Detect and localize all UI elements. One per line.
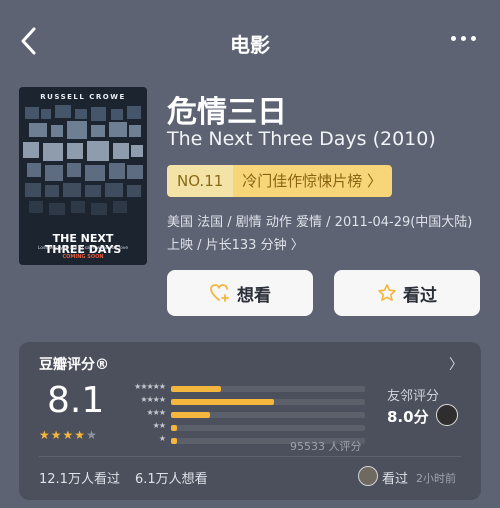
poster-tagline: Lose who you are to save what you love <box>37 246 129 251</box>
want-label: 想看 <box>237 285 271 306</box>
rank-number: NO.11 <box>167 165 234 197</box>
friend-rating-label: 友邻评分 <box>387 389 440 404</box>
rank-list-name: 冷门佳作惊悚片榜 〉 <box>233 165 393 197</box>
activity-action: 看过 <box>382 472 409 487</box>
star-empty-icon: ★ <box>86 428 98 442</box>
rating-count: 95533 人评分 <box>290 440 362 453</box>
poster-title: THE NEXT THREE DAYS <box>44 232 122 256</box>
dist-bar-1 <box>171 438 177 444</box>
rating-score: 8.1 <box>47 380 105 421</box>
star-outline-icon <box>378 284 396 301</box>
avatar[interactable] <box>436 404 458 426</box>
avatar[interactable] <box>358 466 378 486</box>
seen-label: 看过 <box>403 285 437 306</box>
dist-row-2: ★★ <box>119 421 369 433</box>
dist-bar-2 <box>171 425 177 431</box>
dist-bar-5 <box>171 386 222 392</box>
want-count: 6.1万人想看 <box>135 472 208 487</box>
dist-row-4: ★★★★ <box>119 395 369 407</box>
stars-4-icon: ★★★★ <box>140 395 166 404</box>
seen-count: 12.1万人看过 <box>39 472 120 487</box>
chevron-right-icon[interactable]: 〉 <box>449 354 463 374</box>
stars-2-icon: ★★ <box>152 421 166 430</box>
stars-5-icon: ★★★★★ <box>134 382 166 391</box>
poster-footer: COMING SOON <box>62 254 104 260</box>
seen-button[interactable]: 看过 <box>334 270 480 316</box>
star-filled-icon: ★ <box>74 428 87 442</box>
dist-bar-3 <box>171 412 210 418</box>
movie-title-en: The Next Three Days (2010) <box>167 128 436 150</box>
star-filled-icon: ★ <box>50 428 63 442</box>
stars-3-icon: ★★★ <box>146 408 165 417</box>
dist-row-5: ★★★★★ <box>119 382 369 394</box>
divider <box>39 456 461 457</box>
want-button[interactable]: 想看 <box>167 270 313 316</box>
heart-plus-icon <box>210 284 229 302</box>
star-filled-icon: ★ <box>39 428 51 442</box>
nav-bar: 电影 <box>0 0 500 80</box>
movie-meta[interactable]: 美国 法国 / 剧情 动作 爱情 / 2011-04-29(中国大陆) 上映 /… <box>167 211 483 257</box>
more-dots-icon[interactable] <box>451 36 476 41</box>
rank-badge[interactable]: NO.11 冷门佳作惊悚片榜 〉 <box>167 165 393 197</box>
dist-bar-4 <box>171 399 274 405</box>
movie-poster[interactable]: RUSSELL CROWE THE NEXT THREE DAYS Lose wh… <box>19 87 147 265</box>
page-title: 电影 <box>230 33 270 57</box>
friend-rating-score: 8.0分 <box>387 408 429 426</box>
activity-time: 2小时前 <box>416 472 456 485</box>
dist-row-3: ★★★ <box>119 408 369 420</box>
stars-1-icon: ★ <box>158 434 166 443</box>
poster-actor: RUSSELL CROWE <box>40 93 126 101</box>
star-filled-icon: ★ <box>62 428 75 442</box>
rating-title: 豆瓣评分® <box>39 357 109 373</box>
rating-card[interactable]: 豆瓣评分® 〉 8.1 ★★★★★ ★★★★★ ★★★★ ★★★ ★★ ★ 95… <box>19 342 481 500</box>
rating-stars: ★★★★★ <box>39 428 98 442</box>
movie-title-cn: 危情三日 <box>167 95 287 130</box>
